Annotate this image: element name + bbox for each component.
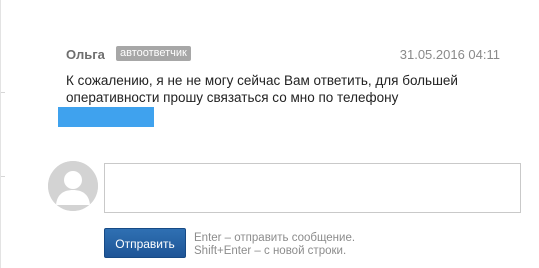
reply-input[interactable] xyxy=(104,163,521,213)
message-timestamp: 31.05.2016 04:11 xyxy=(399,47,500,62)
chat-message: Ольга автоответчик 31.05.2016 04:11 К со… xyxy=(66,44,506,106)
send-button[interactable]: Отправить xyxy=(104,228,186,258)
left-border-tick xyxy=(1,92,5,93)
message-text: К сожалению, я не не могу сейчас Вам отв… xyxy=(66,73,458,105)
composer-hints: Enter – отправить сообщение. Shift+Enter… xyxy=(194,232,355,258)
left-border-rule xyxy=(0,0,1,268)
hint-shift-enter: Shift+Enter – с новой строки. xyxy=(194,245,347,257)
autoresponder-badge: автоответчик xyxy=(116,46,191,61)
message-author: Ольга xyxy=(66,47,105,62)
left-border-tick xyxy=(1,176,5,177)
redacted-phone-block xyxy=(58,107,154,127)
hint-enter: Enter – отправить сообщение. xyxy=(194,232,356,244)
message-header: Ольга автоответчик 31.05.2016 04:11 xyxy=(66,44,506,64)
user-silhouette-icon xyxy=(48,161,98,211)
